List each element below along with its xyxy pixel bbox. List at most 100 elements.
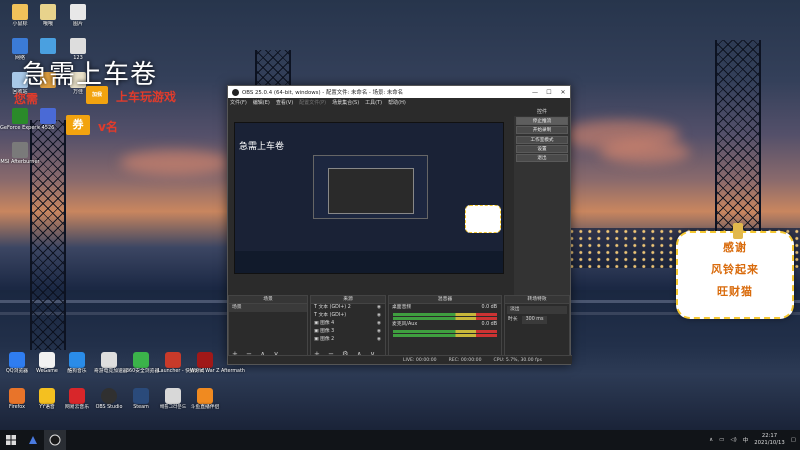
desktop-shortcut[interactable]: 斗鱼直播伴侣 [190, 388, 220, 411]
desktop-shortcut[interactable]: Firefox [2, 388, 32, 411]
eye-icon[interactable]: ◉ [377, 312, 381, 320]
mixer-channel-name: 桌面音频 [392, 305, 412, 310]
obs-preview-canvas[interactable]: 急需上车卷 [234, 122, 504, 274]
exit-button[interactable]: 退出 [516, 153, 568, 162]
source-item[interactable]: ▣ 图像 4 ◉ [311, 320, 385, 328]
source-item[interactable]: ▣ 图像 3 ◉ [311, 328, 385, 336]
mixer-channel-name: 麦克风/Aux [392, 322, 418, 327]
preview-desktop-strip [235, 251, 503, 273]
preview-overlay-title: 急需上车卷 [239, 142, 285, 152]
eye-icon[interactable]: ◉ [377, 328, 381, 336]
menu-view[interactable]: 查看(V) [276, 99, 293, 106]
menu-profile[interactable]: 配置文件(P) [299, 99, 326, 106]
system-tray: ∧ ▭ ◁) 中 22:17 2021/10/13 ▢ [709, 430, 796, 450]
battlegrounds-icon [165, 388, 181, 404]
desktop-icon-label: 图片 [72, 21, 83, 27]
thanks-card: 感谢 风铃起来 旺财猫 [676, 223, 794, 319]
stop-streaming-button[interactable]: 停止推流 [516, 117, 568, 126]
obs-titlebar[interactable]: OBS 25.0.4 (64-bit, windows) - 配置文件: 未命名… [228, 86, 570, 98]
taskbar: ∧ ▭ ◁) 中 22:17 2021/10/13 ▢ [0, 430, 800, 450]
desktop-shortcut[interactable]: Steam [126, 388, 156, 411]
settings-button[interactable]: 设置 [516, 144, 568, 153]
shortcut-label: WeGame [36, 369, 58, 374]
obs-taskbar-icon [49, 434, 61, 446]
mixer-channel: 桌面音频 0.0 dB [389, 304, 501, 312]
volume-slider[interactable] [393, 334, 497, 337]
rec-time: REC: 00:00:00 [448, 357, 482, 363]
desktop-shortcut[interactable]: 网易云音乐 [62, 388, 92, 411]
tray-chevron-up-icon[interactable]: ∧ [709, 437, 713, 443]
notification-icon[interactable]: ▢ [791, 437, 796, 443]
app-taskbar-icon [29, 436, 37, 444]
overlay-line-suffix: 上车玩游戏 [116, 90, 177, 104]
taskbar-app[interactable] [22, 430, 44, 450]
desktop-shortcut[interactable]: Launcher - 快捷方式 [158, 352, 204, 375]
duration-input[interactable]: 300 ms [521, 316, 548, 324]
volume-slider[interactable] [393, 317, 497, 320]
desktop-shortcut[interactable]: WeGame [32, 352, 62, 375]
taskbar-obs[interactable] [44, 430, 66, 450]
menu-scene-collection[interactable]: 场景集合(S) [332, 99, 359, 106]
volume-meter [393, 313, 497, 316]
maximize-button[interactable]: ☐ [542, 89, 556, 96]
desktop-shortcut[interactable]: World War Z Aftermath [190, 352, 245, 375]
steam-icon [133, 388, 149, 404]
studio-mode-button[interactable]: 工作室模式 [516, 135, 568, 144]
duration-label: 时长 [508, 317, 518, 322]
start-button[interactable] [0, 430, 22, 450]
network-tray-icon[interactable]: ▭ [719, 437, 724, 443]
thanks-card-line: 风铃起来 [711, 263, 759, 276]
eye-icon[interactable]: ◉ [377, 304, 381, 312]
source-item[interactable]: T 文本 (GDI+) 2 ◉ [311, 304, 385, 312]
file-icon [40, 4, 56, 20]
scene-item[interactable]: 场景 [229, 304, 307, 312]
desktop-shortcut[interactable]: QQ浏览器 [2, 352, 32, 375]
launcher-icon [165, 352, 181, 368]
shortcut-label: 배틀그라운드 [159, 405, 187, 410]
shortcut-label: 酷狗音乐 [67, 369, 87, 374]
input-language[interactable]: 中 [743, 436, 749, 444]
shortcut-label: QQ浏览器 [6, 369, 28, 374]
menu-help[interactable]: 帮助(H) [388, 99, 406, 106]
transition-select[interactable]: 淡出 [507, 306, 567, 314]
network-icon [12, 38, 28, 54]
sources-dock: 来源 T 文本 (GDI+) 2 ◉ T 文本 (GDI+) ◉ ▣ 图像 4 ◉ ▣… [310, 295, 386, 361]
desktop-icon[interactable]: 图片 [58, 4, 98, 27]
start-recording-button[interactable]: 开始录制 [516, 126, 568, 135]
shortcut-label: Steam [133, 405, 149, 410]
desktop-icon[interactable]: MSI Afterburner [0, 142, 40, 165]
douyu-icon [197, 388, 213, 404]
desktop-icon-label: 4526 [41, 125, 55, 131]
menu-edit[interactable]: 编辑(E) [253, 99, 270, 106]
source-item[interactable]: T 文本 (GDI+) ◉ [311, 312, 385, 320]
desktop-shortcut[interactable]: 배틀그라운드 [158, 388, 188, 411]
volume-tray-icon[interactable]: ◁) [730, 437, 736, 443]
obs-window-title: OBS 25.0.4 (64-bit, windows) - 配置文件: 未命名… [242, 90, 404, 96]
desktop-icon[interactable]: 4526 [28, 108, 68, 131]
desktop-shortcut[interactable]: YY语音 [32, 388, 62, 411]
source-item-label: 图像 4 [320, 321, 335, 326]
menu-file[interactable]: 文件(F) [230, 99, 247, 106]
source-item[interactable]: ▣ 图像 2 ◉ [311, 336, 385, 344]
menu-tools[interactable]: 工具(T) [365, 99, 382, 106]
desktop-shortcut[interactable]: 酷狗音乐 [62, 352, 92, 375]
desktop-shortcut[interactable]: 奇游电竞加速器 [94, 352, 128, 375]
desktop-shortcut[interactable]: 360安全浏览器 [126, 352, 159, 375]
obs-studio-icon [101, 388, 117, 404]
geforce-icon [12, 108, 28, 124]
eye-icon[interactable]: ◉ [377, 336, 381, 344]
source-item-label: 图像 3 [320, 329, 335, 334]
eye-icon[interactable]: ◉ [377, 320, 381, 328]
live-time: LIVE: 00:00:00 [402, 357, 437, 363]
taskbar-clock[interactable]: 22:17 2021/10/13 [754, 433, 785, 447]
minimize-button[interactable]: — [528, 89, 542, 96]
overlay-small-badge: 加我 [86, 86, 108, 104]
transitions-header: 转场特效 [505, 296, 569, 304]
preview-nested-capture [313, 155, 428, 219]
desktop-shortcut[interactable]: OBS Studio [94, 388, 124, 411]
shortcut-label: OBS Studio [95, 405, 123, 410]
overlay-coupon-badge: 券 [66, 115, 90, 135]
obs-window[interactable]: OBS 25.0.4 (64-bit, windows) - 配置文件: 未命名… [227, 85, 572, 365]
close-button[interactable]: ✕ [556, 89, 570, 96]
scenes-dock: 场景 场景 + − ∧ ∨ [228, 295, 308, 361]
